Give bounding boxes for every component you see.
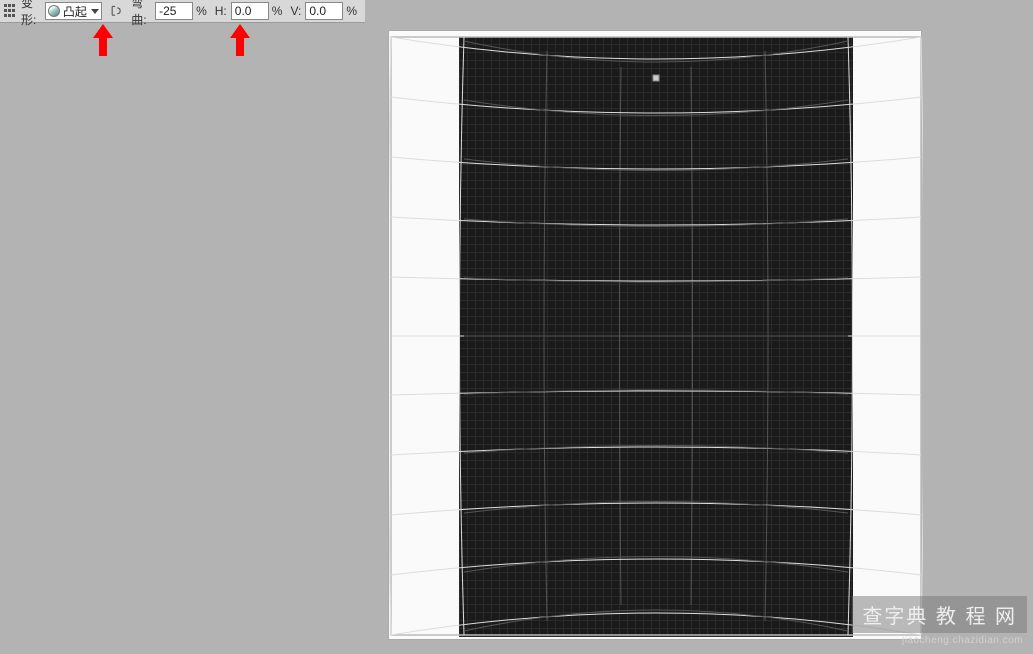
v-label: V:	[290, 4, 301, 18]
warp-mesh-grid[interactable]: .gl { stroke: #ddd; stroke-width: 1; fil…	[389, 31, 923, 641]
annotation-arrow-warp	[93, 24, 113, 56]
v-percent: %	[346, 4, 357, 18]
warp-style-value: 凸起	[63, 3, 88, 20]
bend-percent: %	[196, 4, 207, 18]
v-input[interactable]	[305, 2, 343, 20]
bend-input[interactable]	[155, 2, 193, 20]
bulge-icon	[48, 5, 60, 17]
orientation-icon[interactable]	[110, 3, 122, 19]
warp-label: 变形:	[21, 0, 41, 28]
document-canvas[interactable]: .gl { stroke: #ddd; stroke-width: 1; fil…	[388, 30, 922, 640]
bend-label: 弯曲:	[131, 0, 151, 28]
watermark-main: 查字典 教 程 网	[852, 596, 1027, 633]
watermark-sub: jiaocheng.chazidian.com	[852, 633, 1027, 648]
h-percent: %	[272, 4, 283, 18]
h-input[interactable]	[231, 2, 269, 20]
warp-options-toolbar: 变形: 凸起 弯曲: % H: % V: %	[0, 0, 365, 23]
watermark: 查字典 教 程 网 jiaocheng.chazidian.com	[852, 596, 1027, 648]
chevron-down-icon	[91, 9, 99, 14]
annotation-arrow-bend	[230, 24, 250, 56]
h-label: H:	[215, 4, 227, 18]
grid-icon[interactable]	[4, 4, 15, 19]
warp-style-select[interactable]: 凸起	[45, 2, 102, 20]
